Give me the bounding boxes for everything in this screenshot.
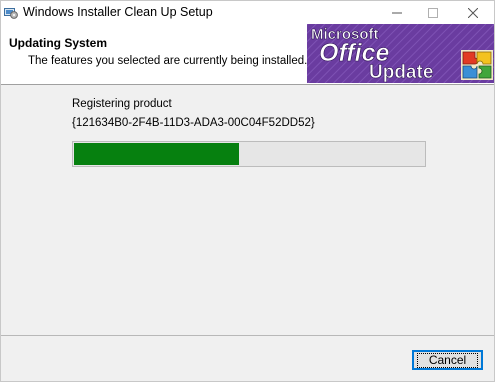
puzzle-pieces-icon	[461, 50, 493, 80]
header-description: The features you selected are currently …	[28, 55, 308, 67]
minimize-icon	[392, 12, 402, 13]
cancel-button[interactable]: Cancel	[412, 350, 483, 370]
header-title: Updating System	[9, 36, 108, 50]
maximize-icon	[428, 7, 438, 18]
minimize-button[interactable]	[377, 1, 417, 24]
progress-bar	[72, 141, 426, 167]
close-icon	[468, 7, 478, 18]
cancel-button-label: Cancel	[416, 352, 479, 368]
header-panel: Updating System The features you selecte…	[1, 24, 494, 84]
installer-icon	[4, 8, 18, 19]
banner-update-text: Update	[369, 62, 433, 83]
product-code: {121634B0-2F4B-11D3-ADA3-00C04F52DD52}	[72, 117, 315, 129]
footer-divider	[1, 335, 494, 336]
window-title: Windows Installer Clean Up Setup	[23, 5, 213, 19]
progress-bar-fill	[74, 143, 239, 165]
maximize-button[interactable]	[413, 1, 453, 24]
status-label: Registering product	[72, 98, 172, 110]
setup-window: Windows Installer Clean Up Setup Updatin…	[0, 0, 495, 382]
close-button[interactable]	[453, 1, 493, 24]
office-update-banner: Microsoft Office Update	[307, 24, 494, 83]
header-divider	[1, 84, 494, 85]
title-bar[interactable]: Windows Installer Clean Up Setup	[1, 1, 494, 24]
